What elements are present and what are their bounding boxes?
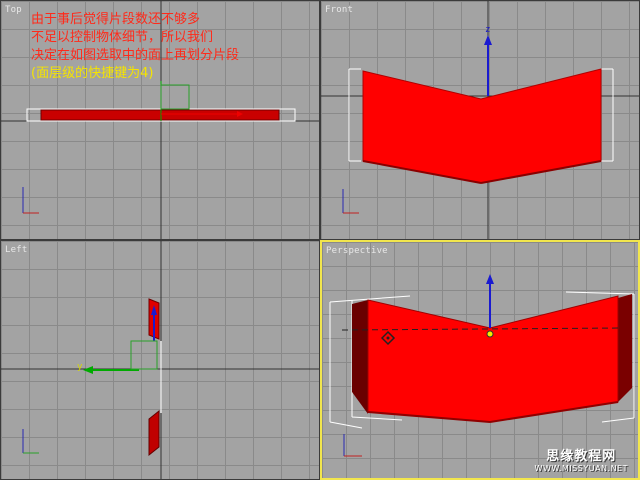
- left-gizmo-y-label: y: [77, 362, 83, 372]
- left-gizmo-plane: [130, 340, 158, 370]
- front-gizmo-z-arrow-icon: [484, 35, 492, 45]
- watermark: 思缘教程网 WWW.MISSYUAN.NET: [535, 445, 628, 473]
- left-object-lower-face[interactable]: [148, 409, 160, 457]
- note-line-4: (面层级的快捷键为4): [31, 66, 154, 81]
- front-view-canvas: z: [321, 1, 639, 239]
- viewport-top[interactable]: Top 由于事后觉得片段数还不够多 不足以控制物体细节，所以我们 决定在如图选取…: [0, 0, 320, 240]
- viewport-left[interactable]: y Left: [0, 240, 320, 480]
- front-gizmo-z-label: z: [485, 25, 490, 35]
- persp-object-side-right: [618, 294, 632, 402]
- persp-gizmo-z-arrow-icon: [486, 274, 494, 284]
- front-bracket-right: [601, 68, 614, 162]
- viewport-label-front[interactable]: Front: [325, 5, 353, 15]
- viewport-perspective[interactable]: Perspective 思缘教程网 WWW.MISSYUAN.NET: [320, 240, 640, 480]
- viewport-label-left[interactable]: Left: [5, 245, 27, 255]
- persp-object-side-left: [352, 300, 368, 414]
- left-view-canvas: y: [1, 241, 319, 479]
- note-line-2: 不足以控制物体细节，所以我们: [31, 30, 214, 45]
- left-gizmo-y-arrow-icon: [83, 366, 93, 374]
- persp-object-mesh[interactable]: [367, 295, 619, 423]
- note-line-3: 决定在如图选取中的面上再划分片段: [31, 48, 240, 63]
- top-object-mesh[interactable]: [40, 109, 280, 121]
- viewport-front[interactable]: z Front: [320, 0, 640, 240]
- persp-gizmo-center-icon: [486, 330, 494, 338]
- front-object-mesh[interactable]: [362, 68, 602, 184]
- top-gizmo-plane: [160, 84, 190, 110]
- note-line-1: 由于事后觉得片段数还不够多: [31, 12, 201, 27]
- front-bracket-left: [348, 68, 361, 162]
- watermark-url: WWW.MISSYUAN.NET: [534, 464, 628, 473]
- viewport-label-perspective[interactable]: Perspective: [326, 246, 388, 256]
- watermark-title: 思缘教程网: [546, 449, 617, 464]
- tutorial-note: 由于事后觉得片段数还不够多 不足以控制物体细节，所以我们 决定在如图选取中的面上…: [31, 11, 239, 83]
- viewport-label-top[interactable]: Top: [5, 5, 22, 15]
